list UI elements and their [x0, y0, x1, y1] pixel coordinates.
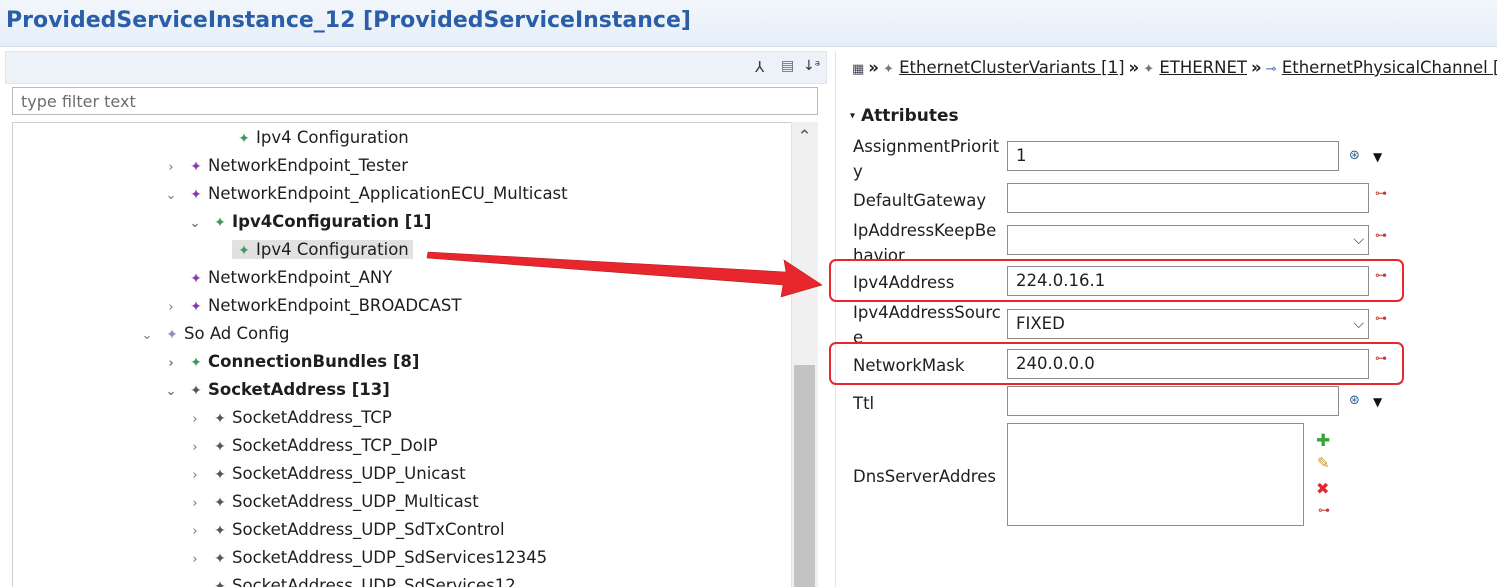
annotation-arrow-icon: [426, 251, 823, 298]
